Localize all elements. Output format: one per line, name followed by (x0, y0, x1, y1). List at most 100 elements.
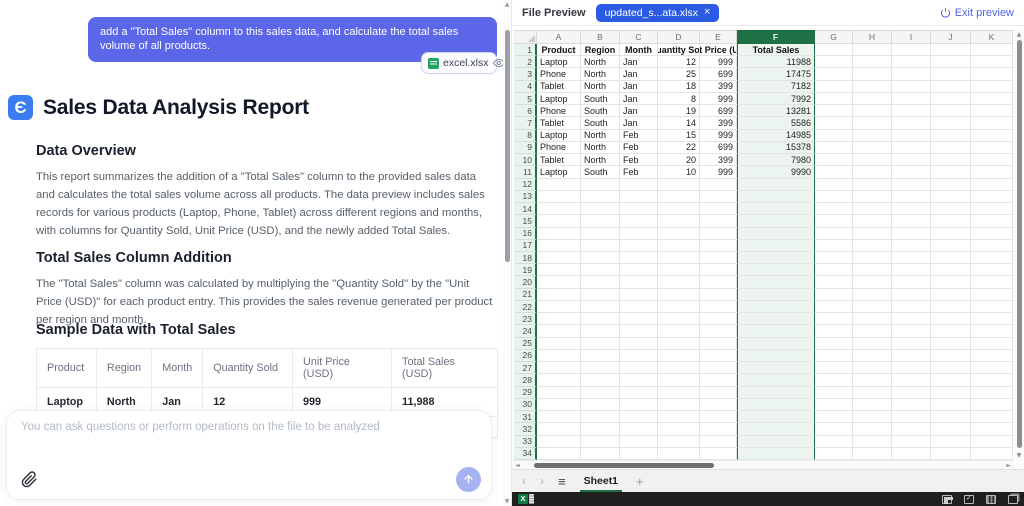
cell-G22[interactable] (815, 301, 853, 313)
cell-G26[interactable] (815, 350, 853, 362)
cell-G24[interactable] (815, 325, 853, 337)
cell-A1[interactable]: Product (537, 44, 581, 56)
row-header-11[interactable]: 11 (514, 166, 537, 178)
cell-E3[interactable]: 699 (700, 68, 737, 80)
cell-G19[interactable] (815, 264, 853, 276)
cell-D9[interactable]: 22 (658, 142, 700, 154)
cell-B1[interactable]: Region (581, 44, 620, 56)
cell-K4[interactable] (971, 81, 1013, 93)
row-header-5[interactable]: 5 (514, 93, 537, 105)
cell-E18[interactable] (700, 252, 737, 264)
cell-F10[interactable]: 7980 (737, 154, 815, 166)
cell-J14[interactable] (931, 203, 971, 215)
cell-K9[interactable] (971, 142, 1013, 154)
cell-G5[interactable] (815, 93, 853, 105)
cell-I16[interactable] (892, 228, 931, 240)
cell-F9[interactable]: 15378 (737, 142, 815, 154)
cell-E19[interactable] (700, 264, 737, 276)
cell-K16[interactable] (971, 228, 1013, 240)
cell-J12[interactable] (931, 179, 971, 191)
cell-I12[interactable] (892, 179, 931, 191)
scroll-down-icon[interactable]: ▼ (503, 498, 511, 505)
cell-K3[interactable] (971, 68, 1013, 80)
cell-C7[interactable]: Jan (620, 117, 658, 129)
left-panel-scrollbar[interactable]: ▲ ▼ (503, 0, 511, 506)
cell-J4[interactable] (931, 81, 971, 93)
cell-I27[interactable] (892, 362, 931, 374)
scroll-down-icon[interactable]: ▼ (1014, 452, 1024, 459)
excel-app-icon[interactable]: X (518, 494, 534, 504)
cell-K32[interactable] (971, 423, 1013, 435)
sheet-horizontal-scrollbar[interactable]: ◄ ► (512, 460, 1014, 469)
cell-H15[interactable] (853, 215, 892, 227)
cell-H19[interactable] (853, 264, 892, 276)
cell-B6[interactable]: South (581, 105, 620, 117)
cell-K29[interactable] (971, 387, 1013, 399)
cell-I33[interactable] (892, 436, 931, 448)
cell-B13[interactable] (581, 191, 620, 203)
cell-E29[interactable] (700, 387, 737, 399)
taskbar-edit-icon[interactable] (942, 495, 952, 504)
cell-B4[interactable]: North (581, 81, 620, 93)
cell-J21[interactable] (931, 289, 971, 301)
cell-J18[interactable] (931, 252, 971, 264)
cell-D10[interactable]: 20 (658, 154, 700, 166)
cell-E5[interactable]: 999 (700, 93, 737, 105)
column-header-J[interactable]: J (931, 30, 971, 44)
cell-J9[interactable] (931, 142, 971, 154)
cell-F16[interactable] (737, 228, 815, 240)
cell-F24[interactable] (737, 325, 815, 337)
cell-C10[interactable]: Feb (620, 154, 658, 166)
cell-G18[interactable] (815, 252, 853, 264)
cell-G11[interactable] (815, 166, 853, 178)
cell-G32[interactable] (815, 423, 853, 435)
row-header-34[interactable]: 34 (514, 448, 537, 460)
cell-D29[interactable] (658, 387, 700, 399)
cell-A28[interactable] (537, 374, 581, 386)
cell-B20[interactable] (581, 276, 620, 288)
row-header-12[interactable]: 12 (514, 179, 537, 191)
cell-D16[interactable] (658, 228, 700, 240)
row-header-21[interactable]: 21 (514, 289, 537, 301)
cell-G12[interactable] (815, 179, 853, 191)
attach-file-button[interactable] (19, 471, 39, 491)
cell-I30[interactable] (892, 399, 931, 411)
cell-A3[interactable]: Phone (537, 68, 581, 80)
cell-F2[interactable]: 11988 (737, 56, 815, 68)
cell-B32[interactable] (581, 423, 620, 435)
row-header-8[interactable]: 8 (514, 130, 537, 142)
cell-E1[interactable]: Unit Price (USD (700, 44, 737, 56)
cell-C34[interactable] (620, 448, 658, 460)
row-header-10[interactable]: 10 (514, 154, 537, 166)
cell-F13[interactable] (737, 191, 815, 203)
cell-F32[interactable] (737, 423, 815, 435)
cell-E16[interactable] (700, 228, 737, 240)
cell-E22[interactable] (700, 301, 737, 313)
column-header-G[interactable]: G (815, 30, 853, 44)
close-icon[interactable]: × (704, 7, 710, 18)
cell-D7[interactable]: 14 (658, 117, 700, 129)
cell-F7[interactable]: 5586 (737, 117, 815, 129)
cell-B3[interactable]: North (581, 68, 620, 80)
cell-B2[interactable]: North (581, 56, 620, 68)
cell-K33[interactable] (971, 436, 1013, 448)
row-header-25[interactable]: 25 (514, 338, 537, 350)
cell-B22[interactable] (581, 301, 620, 313)
cell-K6[interactable] (971, 105, 1013, 117)
cell-H30[interactable] (853, 399, 892, 411)
cell-E17[interactable] (700, 240, 737, 252)
cell-E6[interactable]: 699 (700, 105, 737, 117)
cell-G7[interactable] (815, 117, 853, 129)
cell-H11[interactable] (853, 166, 892, 178)
cell-A23[interactable] (537, 313, 581, 325)
cell-B8[interactable]: North (581, 130, 620, 142)
cell-F12[interactable] (737, 179, 815, 191)
cell-I24[interactable] (892, 325, 931, 337)
cell-C26[interactable] (620, 350, 658, 362)
cell-A21[interactable] (537, 289, 581, 301)
cell-J6[interactable] (931, 105, 971, 117)
cell-E15[interactable] (700, 215, 737, 227)
cell-K8[interactable] (971, 130, 1013, 142)
cell-H6[interactable] (853, 105, 892, 117)
cell-E26[interactable] (700, 350, 737, 362)
